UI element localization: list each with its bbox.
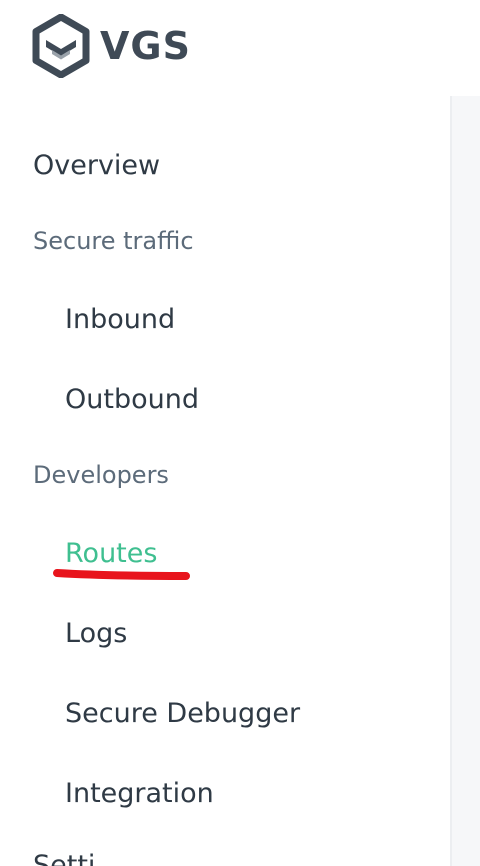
nav-item-outbound[interactable]: Outbound [65, 386, 199, 413]
nav-section-developers: Developers [33, 461, 169, 489]
brand-name: VGS [100, 24, 191, 68]
nav-item-settings[interactable]: Setti [33, 852, 95, 866]
nav-item-overview[interactable]: Overview [33, 152, 160, 179]
red-underline-annotation [53, 569, 190, 580]
vgs-dashboard-sidebar: VGS Overview Secure traffic Inbound Outb… [0, 0, 480, 866]
nav-item-secure-debugger[interactable]: Secure Debugger [65, 700, 300, 727]
main-content-panel [450, 96, 480, 866]
nav-section-secure-traffic: Secure traffic [33, 227, 194, 255]
nav-item-integration[interactable]: Integration [65, 780, 214, 807]
nav-item-logs[interactable]: Logs [65, 620, 127, 647]
nav-item-inbound[interactable]: Inbound [65, 306, 175, 333]
vgs-logo-icon [32, 14, 90, 78]
brand-logo[interactable]: VGS [32, 14, 191, 78]
